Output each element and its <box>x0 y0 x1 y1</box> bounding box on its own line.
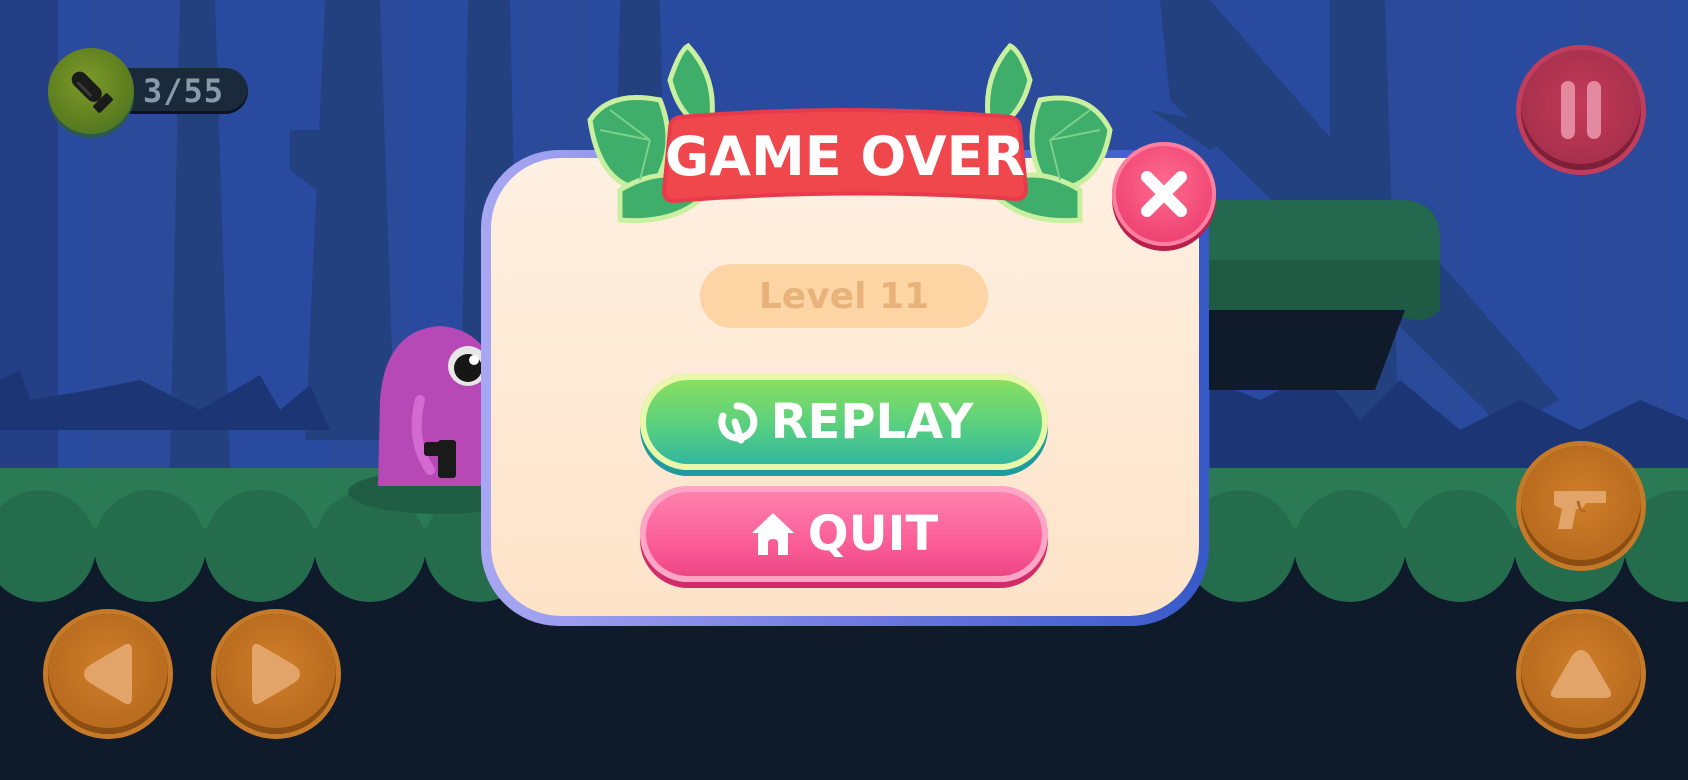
replay-label: REPLAY <box>770 394 974 450</box>
replay-button[interactable]: REPLAY <box>640 374 1048 470</box>
bullet-icon <box>48 48 134 134</box>
move-right-button[interactable] <box>216 614 336 734</box>
pause-button[interactable] <box>1521 50 1641 170</box>
replay-icon <box>717 402 757 444</box>
ammo-counter: 3/55 <box>48 48 248 134</box>
shoot-button[interactable] <box>1521 446 1641 566</box>
level-label: Level 11 <box>758 275 930 317</box>
arrow-up-icon <box>1550 650 1612 698</box>
title-banner: GAME OVER <box>660 103 1030 209</box>
level-badge: Level 11 <box>700 264 988 328</box>
pause-icon <box>1561 81 1601 139</box>
ammo-count: 3/55 <box>143 72 225 110</box>
gun-icon <box>1554 491 1606 529</box>
arrow-left-icon <box>84 643 132 705</box>
close-icon <box>1141 171 1187 217</box>
game-over-title: GAME OVER <box>664 125 1026 188</box>
quit-label: QUIT <box>807 506 939 562</box>
quit-button[interactable]: QUIT <box>640 486 1048 582</box>
move-left-button[interactable] <box>48 614 168 734</box>
arrow-right-icon <box>252 643 300 705</box>
game-scene: 3/55 GAME OVER Level 11 REPLAY QUIT <box>0 0 1688 780</box>
jump-button[interactable] <box>1521 614 1641 734</box>
home-icon <box>751 513 794 555</box>
close-button[interactable] <box>1112 142 1216 246</box>
